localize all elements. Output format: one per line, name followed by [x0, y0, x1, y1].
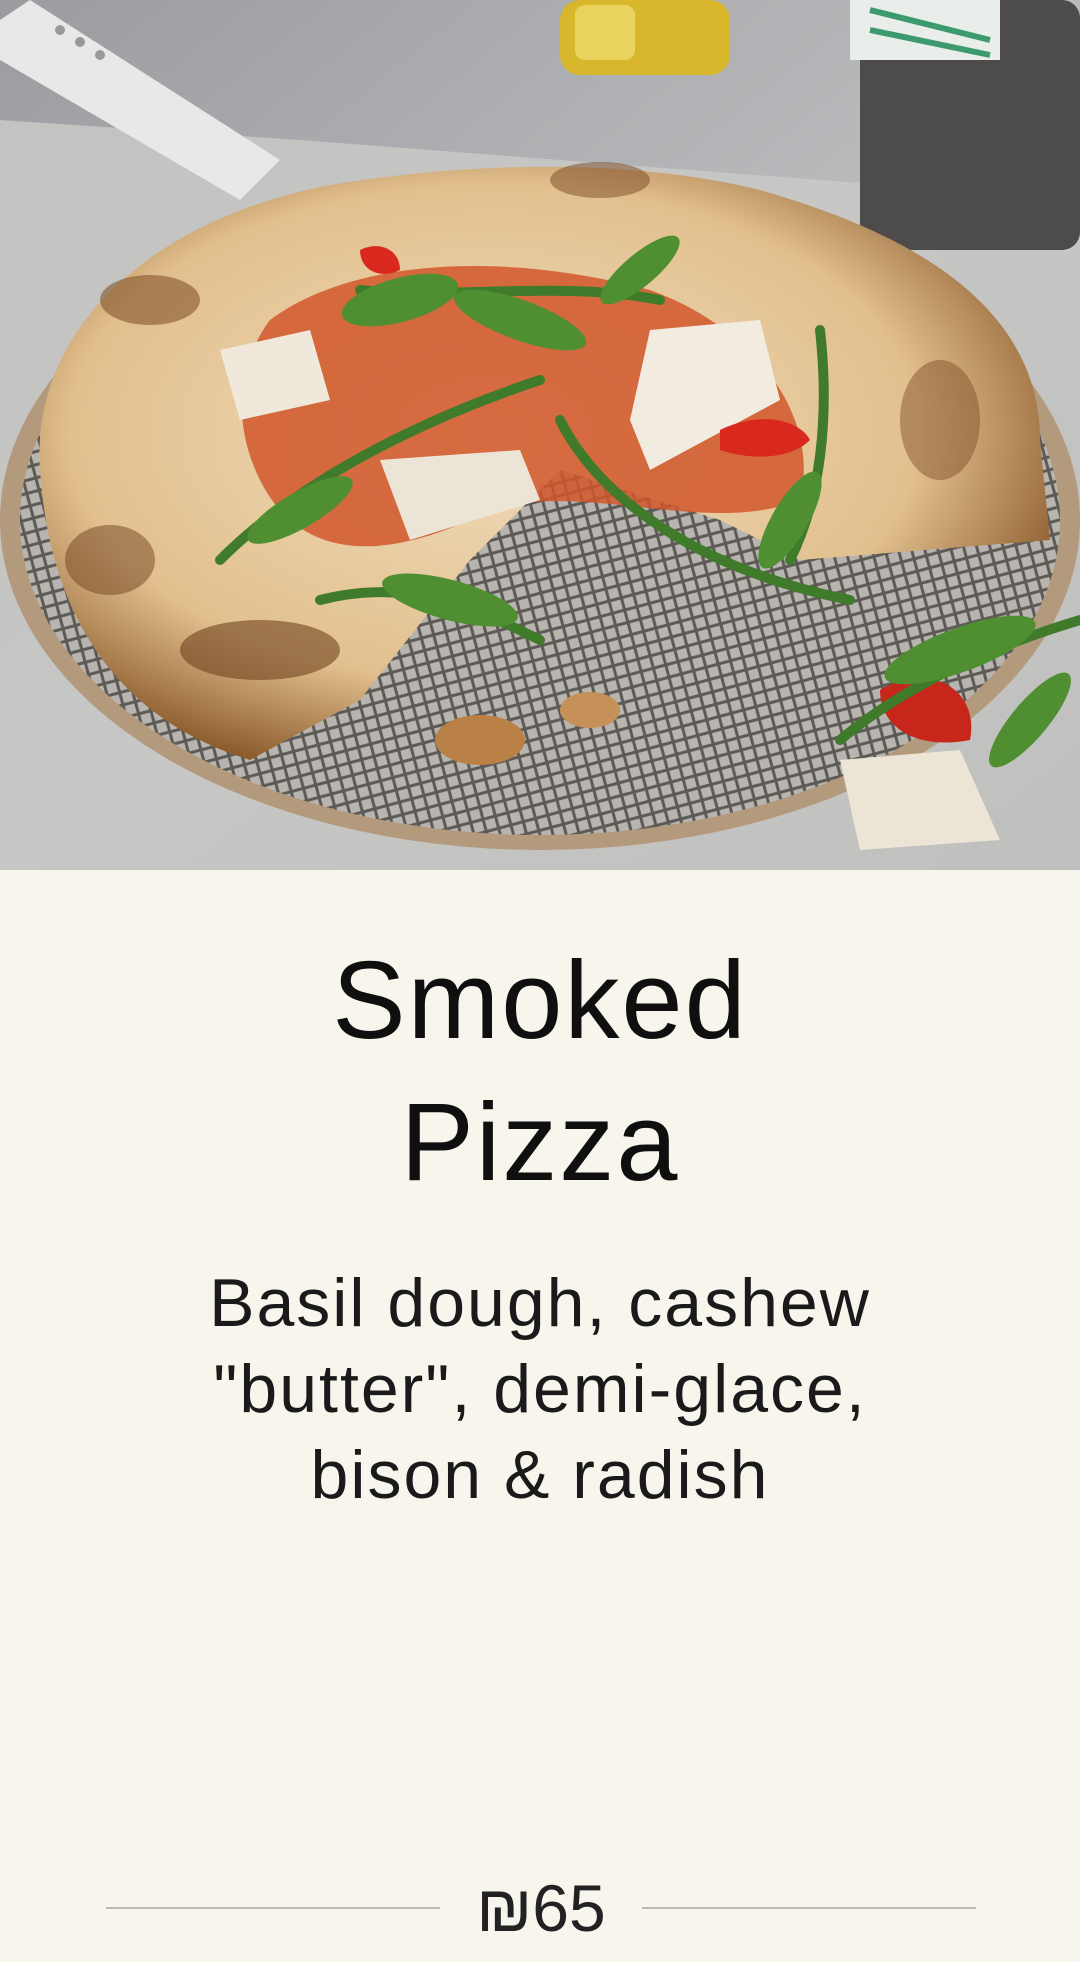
- menu-item-card: Smoked Pizza Basil dough, cashew "butter…: [0, 870, 1080, 1962]
- divider-right: [642, 1907, 976, 1909]
- pizza-photo: [0, 0, 1080, 870]
- dish-title-line-1: Smoked: [332, 939, 748, 1062]
- dish-title-line-2: Pizza: [400, 1081, 680, 1204]
- hero-image: [0, 0, 1080, 870]
- divider-left: [106, 1907, 440, 1909]
- price-row: ₪65: [0, 1870, 1080, 1950]
- dish-title: Smoked Pizza: [0, 930, 1080, 1214]
- dish-price: ₪65: [476, 1871, 606, 1945]
- dish-description: Basil dough, cashew "butter", demi-glace…: [209, 1265, 871, 1513]
